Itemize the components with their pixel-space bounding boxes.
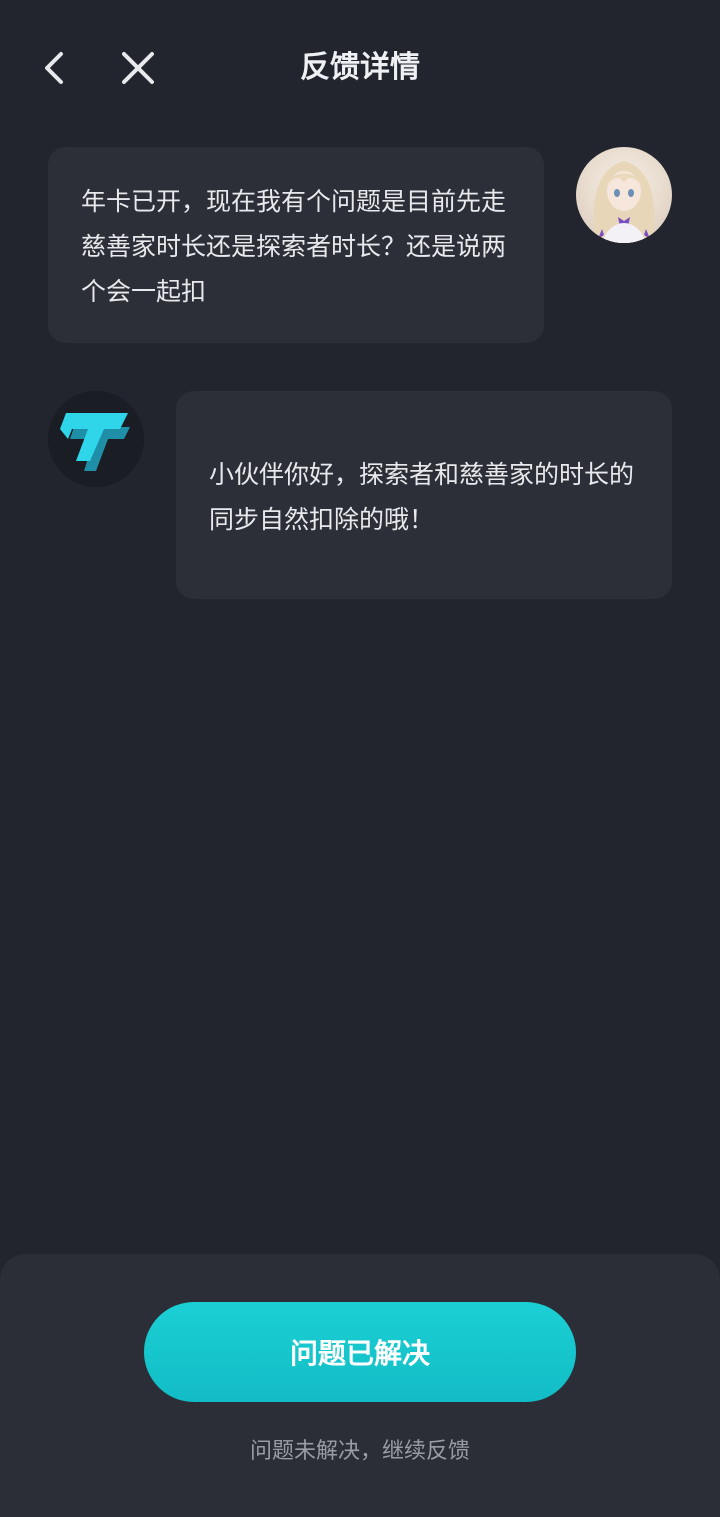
brand-logo-icon [48,391,144,487]
continue-feedback-link[interactable]: 问题未解决，继续反馈 [0,1436,720,1468]
agent-message-bubble: 小伙伴你好，探索者和慈善家的时长的同步自然扣除的哦！ [176,391,672,599]
user-message-text: 年卡已开，现在我有个问题是目前先走慈善家时长还是探索者时长？还是说两个会一起扣 [81,187,507,306]
anime-girl-avatar-image [593,161,655,243]
agent-message-text: 小伙伴你好，探索者和慈善家的时长的同步自然扣除的哦！ [209,460,635,534]
page-title: 反馈详情 [300,50,420,85]
header-bar: 反馈详情 [0,0,720,140]
user-message-bubble: 年卡已开，现在我有个问题是目前先走慈善家时长还是探索者时长？还是说两个会一起扣 [48,147,544,343]
feedback-action-panel: 问题已解决 问题未解决，继续反馈 [0,1254,720,1517]
user-avatar[interactable] [576,147,672,243]
support-agent-avatar[interactable] [48,391,144,487]
problem-resolved-button[interactable]: 问题已解决 [144,1302,576,1402]
